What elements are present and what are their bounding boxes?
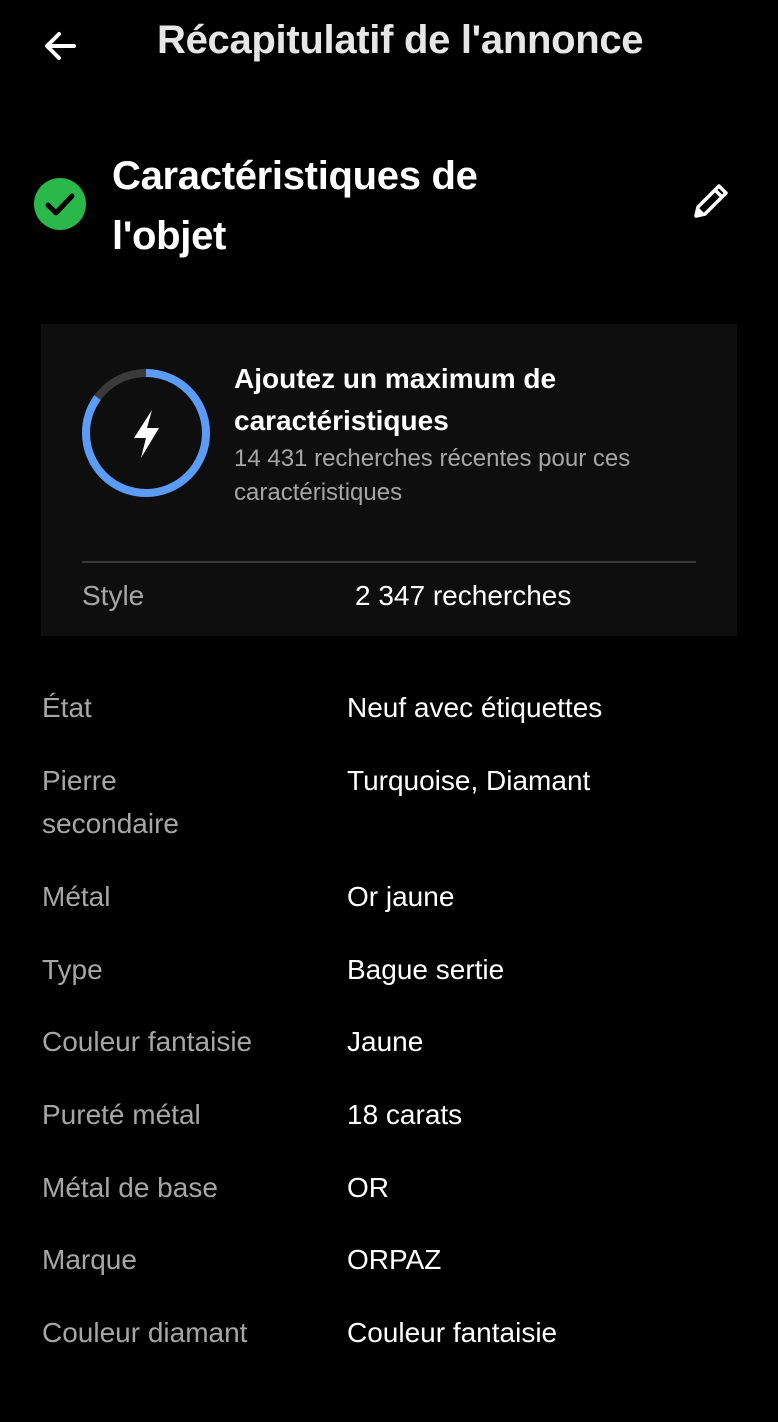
spec-label: Pierre secondaire	[42, 759, 312, 845]
lightning-icon	[134, 410, 159, 458]
pencil-icon	[694, 184, 728, 218]
section-title: Caractéristiques de l'objet	[112, 146, 632, 266]
progress-ring	[82, 369, 210, 497]
spec-value: ORPAZ	[347, 1244, 442, 1275]
spec-value: Couleur fantaisie	[347, 1317, 558, 1348]
promo-row-value: 2 347 recherches	[355, 580, 572, 611]
promo-subtitle-line-2: caractéristiques	[234, 479, 403, 506]
section-title-line-2: l'objet	[112, 214, 227, 258]
spec-label: Couleur diamant	[42, 1317, 248, 1348]
section-title-line-1: Caractéristiques de	[112, 154, 478, 198]
spec-label: Marque	[42, 1244, 137, 1275]
spec-label: Type	[42, 954, 103, 985]
section-header: Caractéristiques de l'objet	[0, 140, 778, 270]
spec-label: État	[42, 692, 92, 723]
spec-label-line-2: secondaire	[42, 808, 179, 839]
check-circle-icon	[34, 178, 86, 230]
spec-value: Bague sertie	[347, 954, 505, 985]
back-button[interactable]	[36, 22, 84, 70]
spec-value: Turquoise, Diamant	[347, 765, 591, 796]
promo-headline: Ajoutez un maximum de caractéristiques	[234, 358, 704, 442]
promo-subtitle-line-1: 14 431 recherches récentes pour ces	[234, 445, 631, 472]
spec-value: 18 carats	[347, 1099, 463, 1130]
promo-subtitle: 14 431 recherches récentes pour ces cara…	[234, 442, 704, 510]
spec-label-line-1: Pierre	[42, 765, 117, 796]
arrow-left-icon	[45, 32, 76, 60]
edit-button[interactable]	[682, 172, 740, 230]
spec-label: Métal	[42, 881, 111, 912]
spec-value: Or jaune	[347, 881, 455, 912]
promo-card: Ajoutez un maximum de caractéristiques 1…	[41, 324, 737, 636]
promo-headline-line-1: Ajoutez un maximum de	[234, 363, 557, 394]
promo-headline-line-2: caractéristiques	[234, 405, 449, 436]
promo-row-label: Style	[82, 580, 145, 611]
page-title: Récapitulatif de l'annonce	[157, 18, 644, 62]
spec-label: Pureté métal	[42, 1099, 201, 1130]
spec-value: Neuf avec étiquettes	[347, 692, 603, 723]
spec-label: Couleur fantaisie	[42, 1026, 253, 1057]
spec-value: OR	[347, 1172, 389, 1203]
top-app-bar: Récapitulatif de l'annonce	[0, 0, 778, 90]
divider	[82, 561, 696, 563]
spec-label: Métal de base	[42, 1172, 218, 1203]
spec-value: Jaune	[347, 1026, 424, 1057]
